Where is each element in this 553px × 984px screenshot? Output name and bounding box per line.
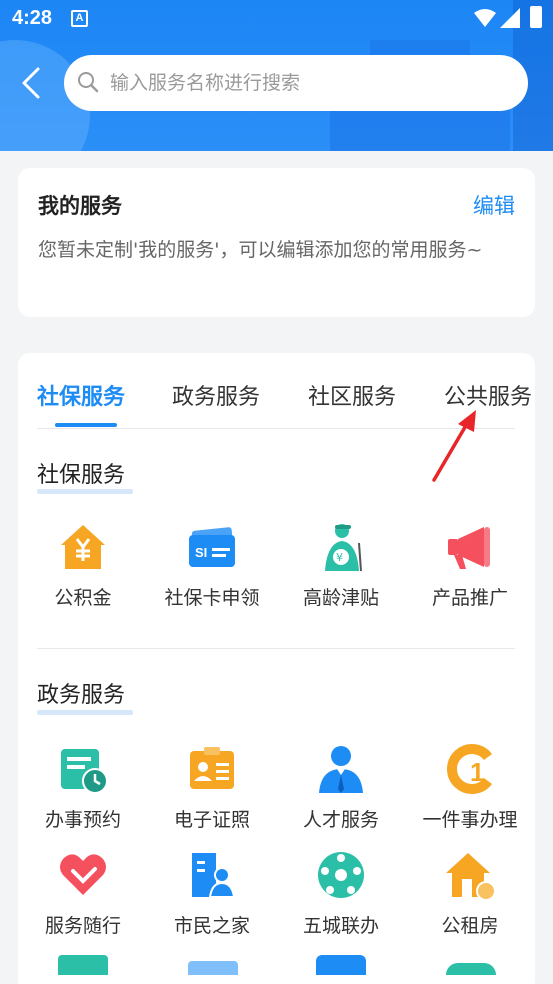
tab-social-security[interactable]: 社保服务: [37, 379, 125, 411]
heart-service-icon: [60, 854, 106, 895]
search-bar[interactable]: [64, 55, 528, 111]
service-label: 社保卡申领: [164, 587, 260, 609]
tab-public[interactable]: 公共服务: [444, 379, 532, 411]
talent-icon: [319, 746, 363, 793]
svg-text:1: 1: [470, 757, 484, 787]
service-social-card[interactable]: SI 社保卡申领: [148, 521, 276, 610]
service-appointment[interactable]: 办事预约: [19, 743, 147, 832]
next-row-icon: [188, 961, 238, 975]
service-one-thing[interactable]: 1 一件事办理: [406, 743, 534, 832]
service-talent[interactable]: 人才服务: [277, 743, 405, 832]
wifi-icon: [474, 9, 496, 27]
svg-text:¥: ¥: [336, 551, 343, 564]
section-underline: [37, 489, 133, 494]
status-time: 4:28: [12, 7, 53, 29]
five-city-icon: [318, 852, 364, 898]
section-underline: [37, 710, 133, 715]
my-services-title: 我的服务: [38, 194, 122, 218]
notification-icon: A: [71, 10, 88, 27]
tab-government[interactable]: 政务服务: [172, 379, 260, 411]
header: 4:28 A: [0, 0, 553, 151]
service-label: 服务随行: [44, 915, 121, 937]
service-elderly-allowance[interactable]: ¥ 高龄津贴: [277, 521, 405, 610]
section-divider: [37, 648, 515, 649]
housing-fund-icon: [61, 525, 105, 569]
service-product-promotion[interactable]: 产品推广: [406, 521, 534, 610]
service-label: 高龄津贴: [302, 587, 379, 609]
elderly-allowance-icon: ¥: [325, 524, 362, 572]
next-row-icon: [316, 955, 366, 975]
my-services-card: 我的服务 编辑 您暂未定制'我的服务'，可以编辑添加您的常用服务~: [18, 168, 535, 317]
service-public-rental[interactable]: 公租房: [406, 849, 534, 938]
service-e-license[interactable]: 电子证照: [148, 743, 276, 832]
one-thing-icon: 1: [447, 744, 492, 794]
next-row-icon: [446, 963, 496, 975]
section-title-social: 社保服务: [37, 463, 126, 488]
megaphone-icon: [448, 527, 490, 569]
service-label: 办事预约: [44, 809, 121, 831]
public-rental-icon: [446, 853, 496, 901]
section-title-government: 政务服务: [37, 683, 126, 708]
service-housing-fund[interactable]: 公积金: [19, 521, 147, 610]
signal-icon: [500, 8, 520, 28]
edit-button[interactable]: 编辑: [473, 190, 515, 220]
next-row-icon: [58, 955, 108, 975]
service-five-city[interactable]: 五城联办: [277, 849, 405, 938]
my-services-empty-text: 您暂未定制'我的服务'，可以编辑添加您的常用服务~: [38, 239, 483, 261]
appointment-icon: [61, 749, 108, 794]
status-bar: 4:28 A: [0, 0, 553, 38]
svg-text:SI: SI: [195, 545, 207, 560]
citizen-home-icon: [192, 853, 236, 898]
service-label: 五城联办: [302, 915, 379, 937]
service-label: 市民之家: [173, 915, 250, 937]
social-card-icon: SI: [189, 527, 235, 567]
service-follow-along[interactable]: 服务随行: [19, 849, 147, 938]
search-icon: [78, 72, 99, 93]
service-label: 人才服务: [302, 809, 379, 831]
service-citizen-home[interactable]: 市民之家: [148, 849, 276, 938]
service-label: 公租房: [441, 915, 499, 937]
back-button[interactable]: [18, 66, 46, 100]
service-label: 一件事办理: [422, 809, 518, 831]
annotation-arrow-icon: [432, 410, 476, 482]
tab-active-indicator: [55, 423, 117, 427]
service-label: 产品推广: [431, 587, 508, 609]
service-label: 电子证照: [173, 809, 250, 831]
e-license-icon: [190, 747, 234, 789]
service-label: 公积金: [54, 587, 112, 609]
tab-community[interactable]: 社区服务: [308, 379, 396, 411]
search-input[interactable]: [110, 55, 510, 111]
battery-icon: [530, 6, 542, 28]
